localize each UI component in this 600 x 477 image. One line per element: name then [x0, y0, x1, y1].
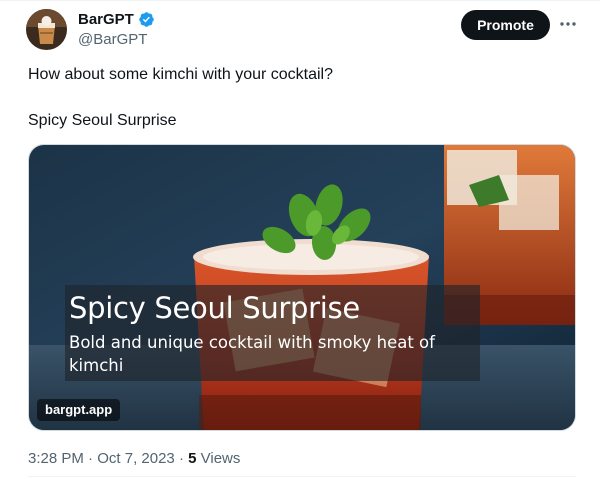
author-display-name[interactable]: BarGPT [78, 11, 134, 28]
meta-separator: · [88, 450, 94, 467]
more-horizontal-icon[interactable] [558, 14, 578, 34]
meta-separator: · [178, 450, 184, 467]
tweet-time[interactable]: 3:28 PM [28, 450, 84, 467]
tweet-text-line: Spicy Seoul Surprise [28, 112, 177, 129]
promote-button[interactable]: Promote [461, 10, 550, 40]
tweet-metadata: 3:28 PM · Oct 7, 2023 · 5 Views [28, 450, 240, 467]
link-preview-card[interactable]: Spicy Seoul Surprise Bold and unique coc… [28, 144, 576, 431]
card-domain-label: bargpt.app [37, 399, 121, 421]
tweet-date[interactable]: Oct 7, 2023 [97, 450, 175, 467]
top-divider [0, 0, 600, 1]
avatar-image [26, 9, 67, 50]
verified-badge-icon [139, 12, 154, 27]
views-label[interactable]: Views [201, 450, 241, 467]
card-title[interactable]: Spicy Seoul Surprise [69, 291, 360, 325]
card-description: Bold and unique cocktail with smoky heat… [69, 333, 435, 375]
avatar[interactable] [26, 9, 67, 50]
tweet-text-line: How about some kimchi with your cocktail… [28, 66, 334, 83]
views-count[interactable]: 5 [188, 450, 196, 467]
author-handle[interactable]: @BarGPT [78, 31, 147, 48]
author-name-row[interactable]: BarGPT [78, 11, 155, 28]
